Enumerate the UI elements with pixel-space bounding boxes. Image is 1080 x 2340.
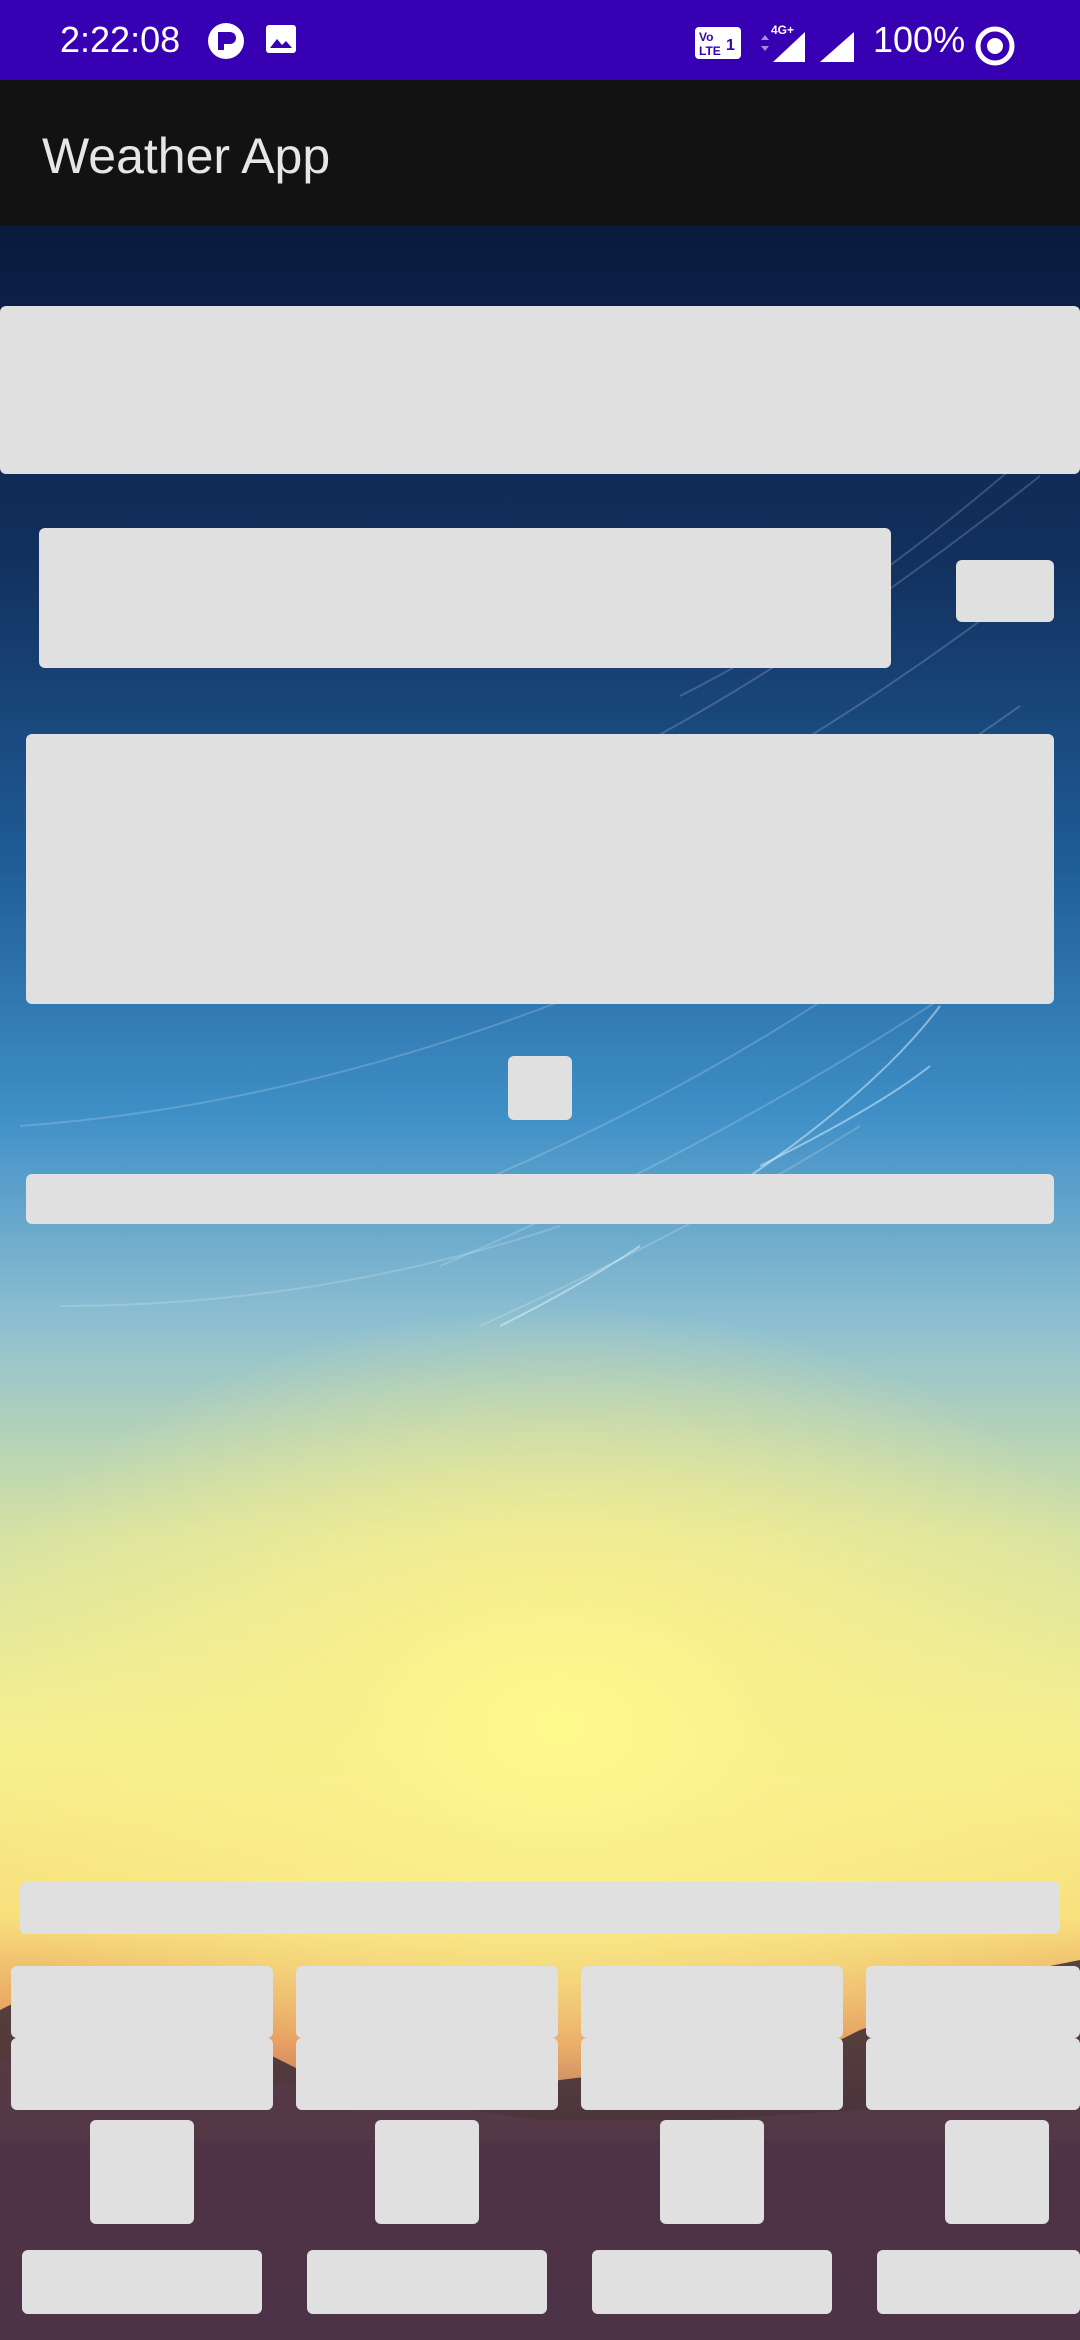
volte-icon: Vo LTE 1 [694, 26, 742, 65]
forecast-icon-3 [660, 2120, 764, 2224]
forecast-row1-cell-4 [866, 1966, 1080, 2038]
rd-app-icon [207, 22, 245, 65]
battery-percentage: 100% [873, 19, 966, 60]
signal-icon [818, 30, 856, 69]
forecast-row2-cell-2 [296, 2038, 558, 2110]
image-icon [264, 22, 298, 61]
forecast-row1-cell-3 [581, 1966, 843, 2038]
search-banner-placeholder [0, 306, 1080, 474]
forecast-icon-1 [90, 2120, 194, 2224]
svg-text:Vo: Vo [699, 30, 713, 44]
sync-circle-icon [974, 25, 1016, 72]
status-bar: 2:22:08 Vo LTE 1 4G+ 100% [0, 0, 1080, 80]
4g-signal-icon: 4G+ [757, 22, 809, 69]
forecast-temp-1 [22, 2250, 262, 2314]
forecast-temp-4 [877, 2250, 1080, 2314]
weather-icon-placeholder [508, 1056, 572, 1120]
svg-text:1: 1 [726, 37, 735, 54]
weather-info-card-placeholder [26, 734, 1054, 1004]
forecast-row2-cell-4 [866, 2038, 1080, 2110]
forecast-row2-cell-3 [581, 2038, 843, 2110]
forecast-icon-4 [945, 2120, 1049, 2224]
svg-text:4G+: 4G+ [771, 23, 794, 37]
forecast-header-placeholder [20, 1882, 1060, 1934]
forecast-temp-3 [592, 2250, 832, 2314]
forecast-icon-2 [375, 2120, 479, 2224]
description-bar-placeholder [26, 1174, 1054, 1224]
forecast-row2-cell-1 [11, 2038, 273, 2110]
forecast-temp-2 [307, 2250, 547, 2314]
forecast-row1-cell-1 [11, 1966, 273, 2038]
svg-text:LTE: LTE [699, 44, 721, 58]
app-bar: Weather App [0, 80, 1080, 226]
city-input-placeholder[interactable] [39, 528, 891, 668]
app-title: Weather App [42, 128, 331, 184]
forecast-row1-cell-2 [296, 1966, 558, 2038]
status-time: 2:22:08 [60, 19, 181, 60]
main-content [0, 226, 1080, 2340]
search-button-placeholder[interactable] [956, 560, 1054, 622]
